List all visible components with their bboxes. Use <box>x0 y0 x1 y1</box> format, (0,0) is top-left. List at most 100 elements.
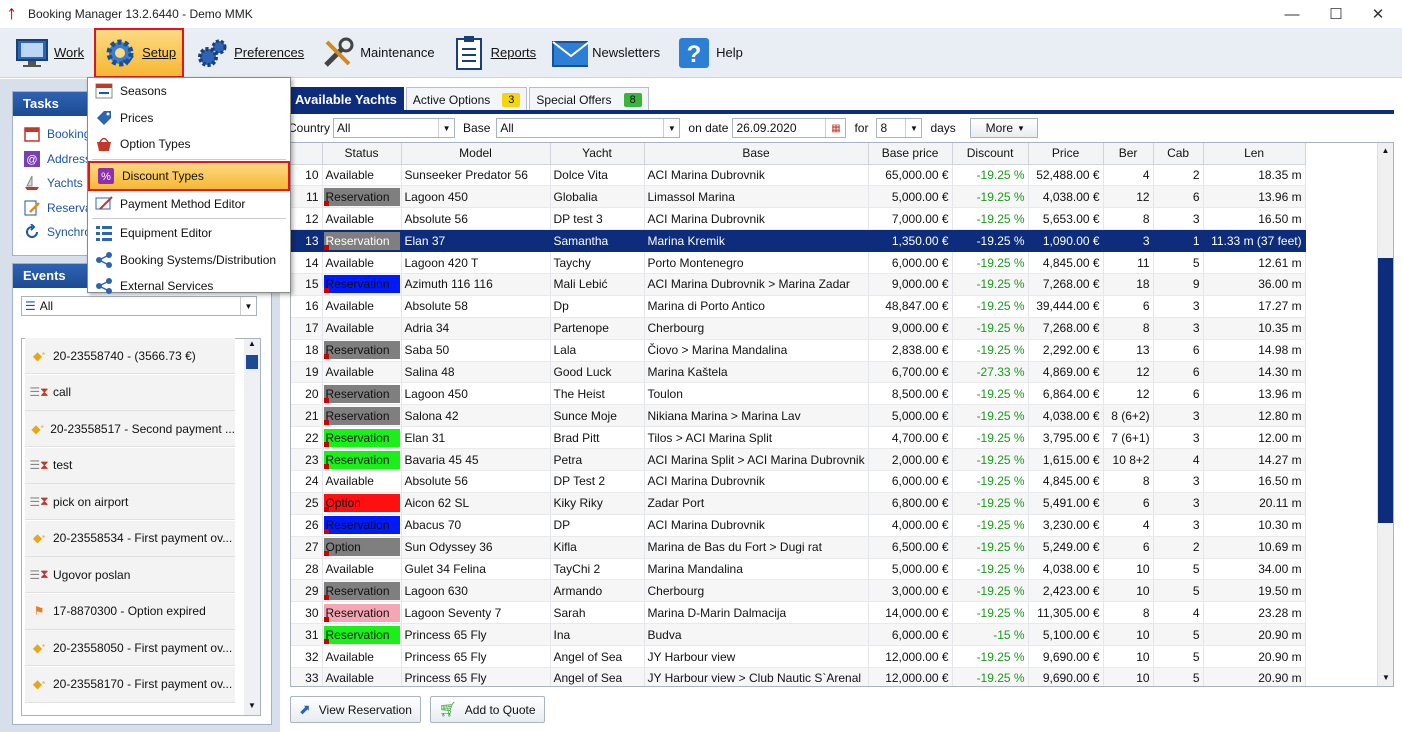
table-row[interactable]: 28 Available Gulet 34 Felina TayChi 2 Marina… <box>291 558 1306 581</box>
tab-available-yachts[interactable]: Available Yachts <box>288 87 404 111</box>
row-number: 26 <box>291 514 323 537</box>
table-row[interactable]: 10 Available Sunseeker Predator 56 Dolce Vi… <box>291 164 1306 187</box>
column-header[interactable]: Base <box>644 143 869 165</box>
monitor-icon <box>14 35 50 71</box>
table-row[interactable]: 29 Reservation Lagoon 630 Armando Cherbourg 3… <box>291 579 1306 603</box>
list-item[interactable]: ◆ * 20-23558170 - First payment ov... <box>25 666 235 703</box>
setup-button[interactable]: Setup <box>94 27 185 78</box>
close-button[interactable]: ✕ <box>1356 0 1400 28</box>
minimize-button[interactable]: — <box>1270 0 1314 28</box>
menu-item-booking-systems[interactable]: Booking Systems/Distribution <box>88 247 290 274</box>
coin-icon: ◆ * <box>32 640 46 655</box>
date-input[interactable]: 26.09.2020 ▦ <box>732 118 847 138</box>
newsletters-button[interactable]: Newsletters <box>546 30 666 76</box>
cabins-cell: 6 <box>1153 361 1204 384</box>
yacht-cell: Dolce Vita <box>550 164 645 187</box>
status-cell: Available <box>322 470 402 493</box>
status-badge: Reservation <box>323 341 400 360</box>
column-header[interactable]: Price <box>1028 143 1104 165</box>
more-button[interactable]: More ▼ <box>969 118 1038 138</box>
table-row[interactable]: 24 Available Absolute 56 DP Test 2 ACI Marin… <box>291 470 1306 493</box>
list-item[interactable]: ☰ ⧗ pick on airport <box>25 484 235 520</box>
tab-bar: Available Yachts Active Options 3 Special… <box>288 87 651 111</box>
events-scrollbar[interactable]: ▲ ▼ <box>244 339 260 715</box>
column-header[interactable]: Base price <box>868 143 953 165</box>
table-row[interactable]: 31 Reservation Princess 65 Fly Ina Budva 6,00… <box>291 623 1306 647</box>
model-cell: Adria 34 <box>401 317 551 340</box>
scroll-down-icon[interactable]: ▼ <box>1378 670 1393 686</box>
column-header[interactable]: Cab <box>1153 143 1204 165</box>
table-row[interactable]: 22 Reservation Elan 31 Brad Pitt Tilos > ACI… <box>291 426 1306 450</box>
maintenance-button[interactable]: Maintenance <box>314 30 440 76</box>
length-cell: 12.00 m <box>1203 426 1306 450</box>
list-item[interactable]: ◆ * 20-23558050 - First payment ov... <box>25 630 235 666</box>
table-row[interactable]: 19 Available Salina 48 Good Luck Marina Kašt… <box>291 361 1306 384</box>
menu-item-external-services[interactable]: External Services <box>88 273 290 300</box>
base-select[interactable]: All ▼ <box>496 118 681 138</box>
base-cell: Zadar Port <box>644 492 869 515</box>
table-row[interactable]: 18 Reservation Saba 50 Lala Čiovo > Marina M… <box>291 339 1306 362</box>
column-header[interactable]: Yacht <box>550 143 645 165</box>
list-item[interactable]: ◆ * 20-23558534 - First payment ov... <box>25 520 235 557</box>
base-cell: Porto Montenegro <box>644 251 869 274</box>
column-header[interactable] <box>291 143 323 165</box>
tab-special-offers[interactable]: Special Offers 8 <box>529 87 649 111</box>
table-row[interactable]: 15 Reservation Azimuth 116 116 Mali Lebić AC… <box>291 273 1306 296</box>
table-row[interactable]: 14 Available Lagoon 420 T Taychy Porto Monte… <box>291 251 1306 274</box>
scroll-up-icon[interactable]: ▲ <box>1378 143 1393 159</box>
table-row[interactable]: 11 Reservation Lagoon 450 Globalia Limassol … <box>291 185 1306 209</box>
list-item[interactable]: ◆ * 20-23558740 - (3566.73 €) <box>25 338 235 374</box>
list-item[interactable]: ☰ ⧗ call <box>25 374 235 411</box>
menu-item-payment-method-editor[interactable]: Payment Method Editor <box>88 191 290 218</box>
cabins-cell: 3 <box>1153 492 1204 515</box>
menu-item-prices[interactable]: Prices <box>88 105 290 132</box>
view-reservation-button[interactable]: ⬈ View Reservation <box>290 696 421 723</box>
cabins-cell: 4 <box>1153 448 1204 471</box>
table-row[interactable]: 12 Available Absolute 56 DP test 3 ACI Marin… <box>291 207 1306 231</box>
table-row[interactable]: 20 Reservation Lagoon 450 The Heist Toulon 8,… <box>291 382 1306 406</box>
column-header[interactable]: Model <box>401 143 551 165</box>
table-row[interactable]: 30 Reservation Lagoon Seventy 7 Sarah Marina… <box>291 601 1306 625</box>
table-row[interactable]: 17 Available Adria 34 Partenope Cherbourg 9,0… <box>291 317 1306 340</box>
column-header[interactable]: Ber <box>1103 143 1154 165</box>
menu-item-equipment-editor[interactable]: Equipment Editor <box>88 220 290 247</box>
list-item[interactable]: ☰ ⧗ Ugovor poslan <box>25 557 235 593</box>
base-value: All <box>500 121 514 135</box>
tab-active-options[interactable]: Active Options 3 <box>405 87 528 111</box>
help-button[interactable]: ? Help <box>670 30 749 76</box>
calendar-icon[interactable]: ▦ <box>825 119 845 137</box>
table-row[interactable]: 13 Reservation Elan 37 Samantha Marina Kremi… <box>291 229 1306 253</box>
table-row[interactable]: 21 Reservation Salona 42 Sunce Moje Nikiana … <box>291 404 1306 428</box>
menu-item-discount-types[interactable]: % Discount Types <box>88 160 290 191</box>
list-item[interactable]: ⚑ 17-8870300 - Option expired <box>25 593 235 630</box>
column-header[interactable]: Len <box>1203 143 1306 165</box>
work-button[interactable]: Work <box>8 30 90 76</box>
scroll-thumb[interactable] <box>1378 258 1393 523</box>
status-cell: Reservation <box>322 185 402 209</box>
grid-scrollbar[interactable]: ▲ ▼ <box>1377 143 1393 686</box>
column-header[interactable]: Discount <box>952 143 1029 165</box>
days-select[interactable]: 8 ▼ <box>876 118 923 138</box>
reports-button[interactable]: Reports <box>445 30 543 76</box>
table-row[interactable]: 32 Available Princess 65 Fly Angel of Sea JY… <box>291 645 1306 668</box>
base-cell: ACI Marina Dubrovnik > Marina Zadar <box>644 273 869 296</box>
table-row[interactable]: 25 Option Aicon 62 SL Kiky Riky Zadar Port 6,… <box>291 492 1306 515</box>
status-cell: Reservation <box>322 514 402 537</box>
preferences-button[interactable]: Preferences <box>188 30 310 76</box>
status-badge: Reservation <box>323 275 400 294</box>
table-row[interactable]: 27 Option Sun Odyssey 36 Kifla Marina de Bas… <box>291 536 1306 559</box>
menu-item-seasons[interactable]: Seasons <box>88 78 290 105</box>
list-item[interactable]: ◆ * 20-23558517 - Second payment ... <box>25 411 235 447</box>
table-row[interactable]: 16 Available Absolute 58 Dp Marina di Porto … <box>291 295 1306 318</box>
menu-item-option-types[interactable]: Option Types <box>88 131 290 158</box>
country-select[interactable]: All ▼ <box>333 118 456 138</box>
column-header[interactable]: Status <box>322 143 402 165</box>
table-row[interactable]: 26 Reservation Abacus 70 DP ACI Marina Dubro… <box>291 514 1306 537</box>
maximize-button[interactable]: ☐ <box>1314 0 1358 28</box>
status-badge: Reservation <box>323 187 400 206</box>
table-row[interactable]: 33 Available Princess 65 Fly Angel of Sea JY… <box>291 667 1306 686</box>
list-item[interactable]: ☰ ⧗ test <box>25 447 235 484</box>
table-row[interactable]: 23 Reservation Bavaria 45 45 Petra ACI Marin… <box>291 448 1306 471</box>
length-cell: 23.28 m <box>1203 601 1306 625</box>
add-to-quote-button[interactable]: 🛒︎ Add to Quote <box>430 696 545 723</box>
